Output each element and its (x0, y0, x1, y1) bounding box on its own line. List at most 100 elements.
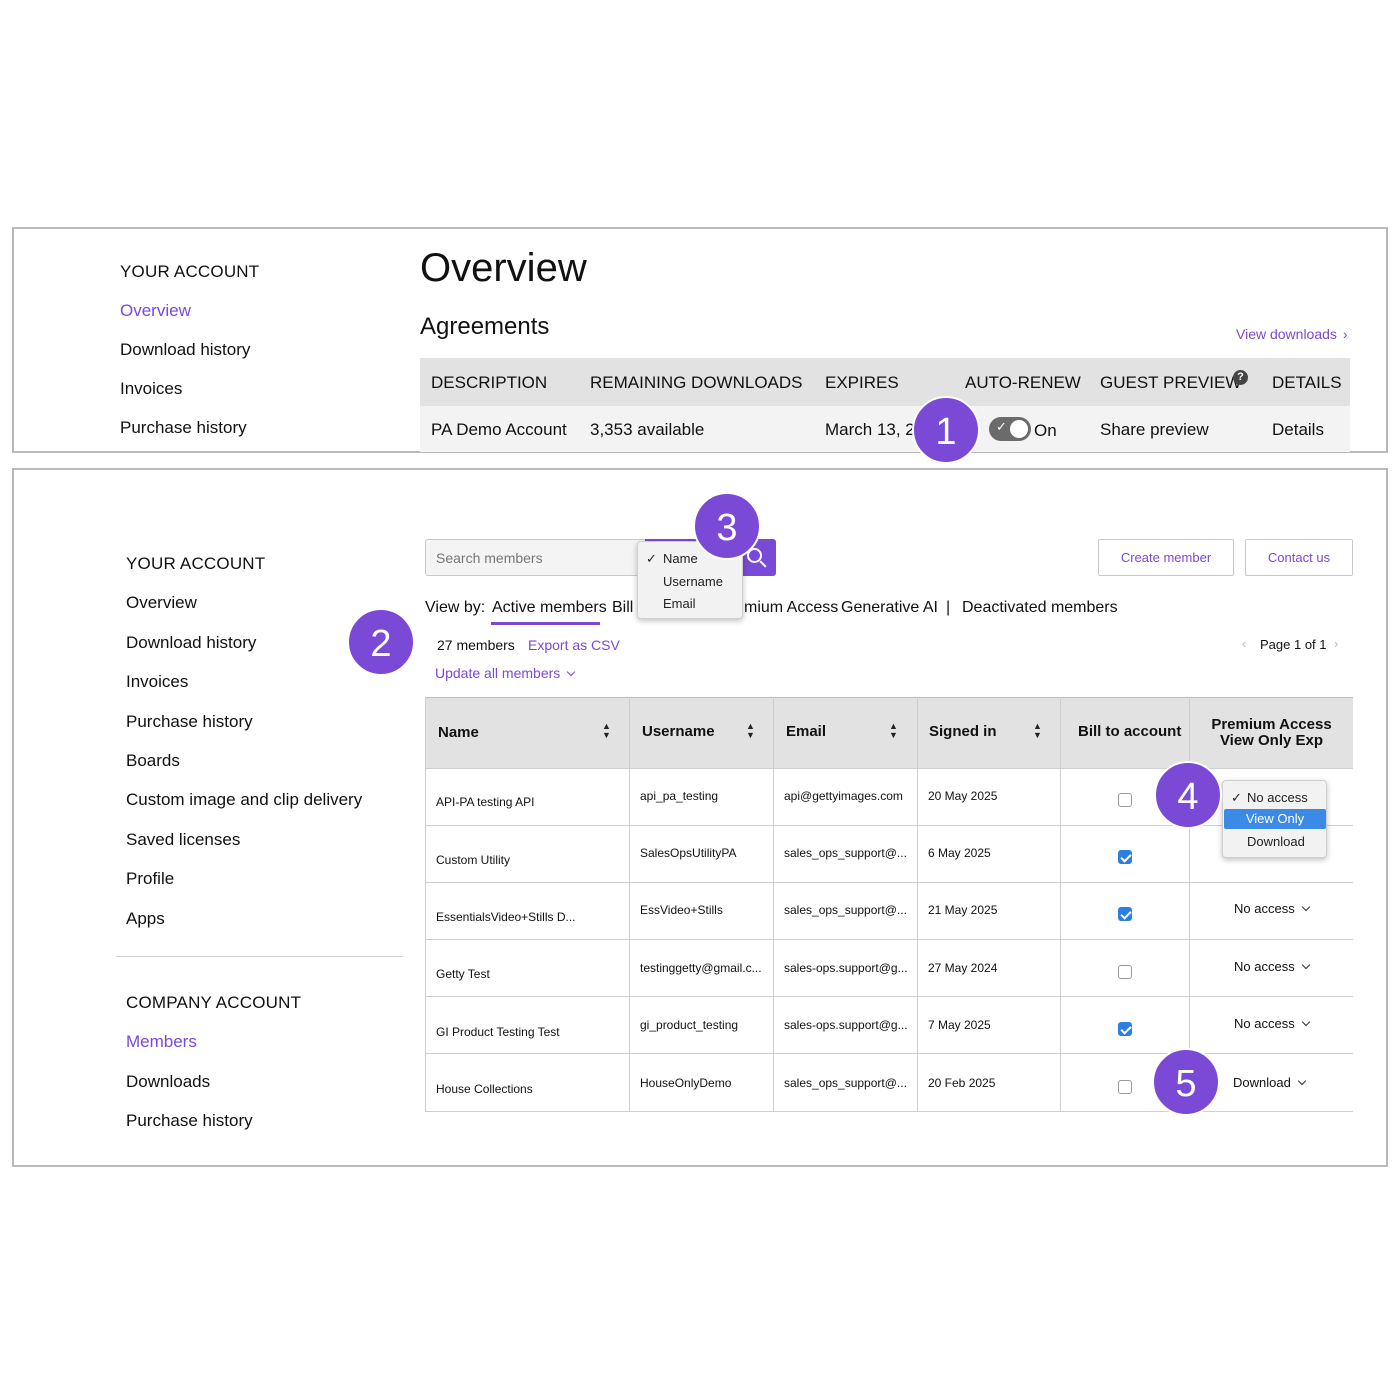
sidebar-item-invoices[interactable]: Invoices (120, 379, 182, 399)
sidebar-item-boards[interactable]: Boards (126, 751, 180, 771)
col-signed-in[interactable]: Signed in (929, 723, 997, 740)
access-select[interactable]: No access (1234, 1016, 1310, 1031)
col-divider (425, 697, 426, 1112)
share-preview-link[interactable]: Share preview (1100, 420, 1209, 440)
col-name[interactable]: Name (438, 724, 479, 741)
access-option-no-access[interactable]: No access (1247, 790, 1308, 805)
sidebar-item-download-history[interactable]: Download history (120, 340, 250, 360)
col-divider (773, 697, 774, 1112)
tab-active-members[interactable]: Active members (492, 599, 607, 617)
sidebar-item-purchase-history[interactable]: Purchase history (120, 418, 247, 438)
search-by-username-option[interactable]: Username (663, 574, 723, 589)
auto-renew-label: On (1034, 421, 1057, 440)
callout-badge-4: 4 (1154, 761, 1222, 829)
member-signed-in: 20 Feb 2025 (928, 1076, 996, 1090)
details-link[interactable]: Details (1272, 420, 1324, 440)
sidebar-item-purchase-history[interactable]: Purchase history (126, 712, 253, 732)
search-by-name-option[interactable]: Name (663, 551, 698, 566)
help-icon[interactable]: ? (1233, 370, 1248, 385)
sidebar-item-invoices[interactable]: Invoices (126, 672, 188, 692)
row-divider (425, 939, 1353, 940)
col-username[interactable]: Username (642, 723, 715, 740)
chevron-down-icon (1301, 960, 1310, 970)
member-email: sales-ops.support@g... (784, 1018, 908, 1032)
toggle-knob (1010, 420, 1028, 438)
auto-renew-toggle[interactable]: ✓ (989, 417, 1031, 441)
col-premium-access: Premium Access (1211, 716, 1332, 733)
sidebar-item-custom-delivery[interactable]: Custom image and clip delivery (126, 790, 362, 810)
check-icon: ✓ (646, 551, 657, 566)
view-downloads-link[interactable]: View downloads › (1236, 326, 1348, 342)
access-option-view-only[interactable]: View Only (1224, 809, 1326, 829)
access-option-download[interactable]: Download (1247, 834, 1305, 849)
row-divider (425, 996, 1353, 997)
remaining-downloads-value: 3,353 available (590, 420, 705, 439)
col-divider (629, 697, 630, 1112)
update-all-members-dropdown[interactable]: Update all members (435, 665, 576, 681)
access-select[interactable]: Download (1233, 1075, 1307, 1090)
member-signed-in: 27 May 2024 (928, 961, 998, 975)
member-name: Getty Test (436, 967, 490, 981)
sort-icon[interactable]: ▲ ▼ (602, 722, 611, 740)
member-email: sales-ops.support@g... (784, 961, 908, 975)
sidebar-item-overview[interactable]: Overview (120, 301, 191, 321)
chevron-down-icon (1297, 1076, 1307, 1086)
bill-to-account-checkbox[interactable] (1118, 1080, 1132, 1094)
member-name: API-PA testing API (436, 795, 535, 809)
export-csv-link[interactable]: Export as CSV (528, 637, 620, 653)
member-signed-in: 20 May 2025 (928, 789, 998, 803)
tab-premium-access[interactable]: mium Access (744, 599, 838, 617)
col-description: DESCRIPTION (431, 373, 548, 392)
member-email: sales_ops_support@... (784, 903, 907, 917)
sidebar-item-download-history[interactable]: Download history (126, 633, 256, 653)
access-select[interactable]: No access (1234, 959, 1310, 974)
view-by-label: View by: (425, 599, 486, 616)
callout-badge-3: 3 (693, 492, 761, 560)
sidebar-item-profile[interactable]: Profile (126, 869, 174, 889)
search-input[interactable] (426, 540, 646, 575)
sidebar-item-company-purchase-history[interactable]: Purchase history (126, 1111, 253, 1131)
col-email[interactable]: Email (786, 723, 826, 740)
agreement-description-link[interactable]: PA Demo Account (431, 420, 567, 440)
sidebar-item-downloads[interactable]: Downloads (126, 1072, 210, 1092)
tab-generative-ai[interactable]: Generative AI (841, 599, 938, 617)
bill-to-account-checkbox[interactable] (1118, 850, 1132, 864)
member-email: api@gettyimages.com (784, 789, 903, 803)
tab-deactivated-members[interactable]: Deactivated members (962, 599, 1118, 617)
chevron-right-icon: › (1342, 326, 1348, 342)
callout-badge-2: 2 (347, 608, 415, 676)
sidebar-item-members[interactable]: Members (126, 1032, 197, 1052)
sort-icon[interactable]: ▲ ▼ (1033, 722, 1042, 740)
chevron-down-icon (1301, 902, 1310, 912)
member-username: api_pa_testing (640, 789, 719, 803)
search-by-email-option[interactable]: Email (663, 596, 696, 611)
row-divider (425, 825, 1353, 826)
sidebar-heading: YOUR ACCOUNT (120, 262, 260, 281)
member-username: EssVideo+Stills (640, 903, 723, 917)
sidebar-heading: YOUR ACCOUNT (126, 554, 266, 573)
bill-to-account-checkbox[interactable] (1118, 1022, 1132, 1036)
tab-bill-to-account[interactable]: Bill (612, 599, 636, 617)
prev-page-icon[interactable]: ‹ (1242, 636, 1246, 651)
col-bill-to-account: Bill to account (1078, 723, 1182, 740)
member-name: EssentialsVideo+Stills D... (436, 910, 576, 924)
bill-to-account-checkbox[interactable] (1118, 965, 1132, 979)
sort-icon[interactable]: ▲ ▼ (889, 722, 898, 740)
member-email: sales_ops_support@... (784, 846, 907, 860)
row-divider (425, 1111, 1353, 1112)
access-select[interactable]: No access (1234, 901, 1310, 916)
sort-icon[interactable]: ▲ ▼ (746, 722, 755, 740)
member-signed-in: 7 May 2025 (928, 1018, 991, 1032)
sidebar-item-overview[interactable]: Overview (126, 593, 197, 613)
search-field[interactable] (425, 539, 647, 576)
sidebar-item-apps[interactable]: Apps (126, 909, 165, 929)
col-details: DETAILS (1272, 373, 1342, 392)
bill-to-account-checkbox[interactable] (1118, 793, 1132, 807)
col-remaining-downloads: REMAINING DOWNLOADS (590, 373, 803, 392)
create-member-button[interactable]: Create member (1098, 539, 1234, 576)
next-page-icon[interactable]: › (1334, 636, 1338, 651)
bill-to-account-checkbox[interactable] (1118, 907, 1132, 921)
sidebar-item-saved-licenses[interactable]: Saved licenses (126, 830, 240, 850)
member-name: Custom Utility (436, 853, 511, 867)
contact-us-button[interactable]: Contact us (1245, 539, 1353, 576)
